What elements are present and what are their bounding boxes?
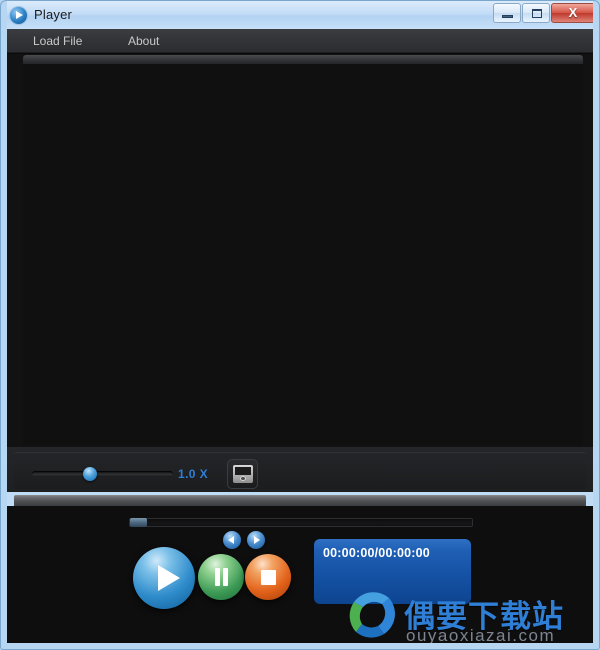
menu-item-load-file[interactable]: Load File [27, 33, 88, 49]
minimize-button[interactable] [493, 3, 521, 23]
next-button[interactable] [247, 531, 265, 549]
panel-divider [14, 495, 586, 506]
nav-arrows [223, 531, 265, 549]
speed-slider-handle[interactable] [83, 467, 97, 481]
arrow-left-icon [228, 536, 234, 544]
camera-icon [233, 465, 253, 483]
previous-button[interactable] [223, 531, 241, 549]
snapshot-button[interactable] [227, 459, 258, 489]
time-display: 00:00:00/00:00:00 [323, 546, 430, 560]
play-circle-icon [10, 7, 27, 24]
video-bevel [23, 55, 583, 64]
video-display[interactable] [23, 64, 583, 445]
progress-bar-handle[interactable] [130, 518, 147, 527]
maximize-icon [532, 9, 542, 18]
minimize-icon [502, 15, 513, 18]
play-button[interactable] [133, 547, 195, 609]
window-title: Player [34, 7, 73, 22]
stop-button[interactable] [245, 554, 291, 600]
player-window: Player X Load File About 1.0 X 00:00:00/… [0, 0, 600, 650]
arrow-right-icon [254, 536, 260, 544]
pause-icon [215, 568, 220, 586]
speed-label: 1.0 X [178, 467, 209, 481]
maximize-button[interactable] [522, 3, 550, 23]
menu-bar: Load File About [7, 29, 593, 53]
speed-slider[interactable] [32, 471, 173, 477]
title-bar[interactable]: Player X [1, 1, 599, 29]
play-icon [158, 565, 180, 591]
window-controls: X [493, 3, 595, 23]
pause-button[interactable] [198, 554, 244, 600]
stop-icon [261, 570, 276, 585]
close-icon: X [568, 5, 578, 20]
menu-item-about[interactable]: About [122, 33, 165, 49]
progress-bar[interactable] [129, 518, 473, 527]
pause-icon-bar2 [223, 568, 228, 586]
time-display-panel: 00:00:00/00:00:00 [314, 539, 471, 604]
close-button[interactable]: X [551, 3, 595, 23]
